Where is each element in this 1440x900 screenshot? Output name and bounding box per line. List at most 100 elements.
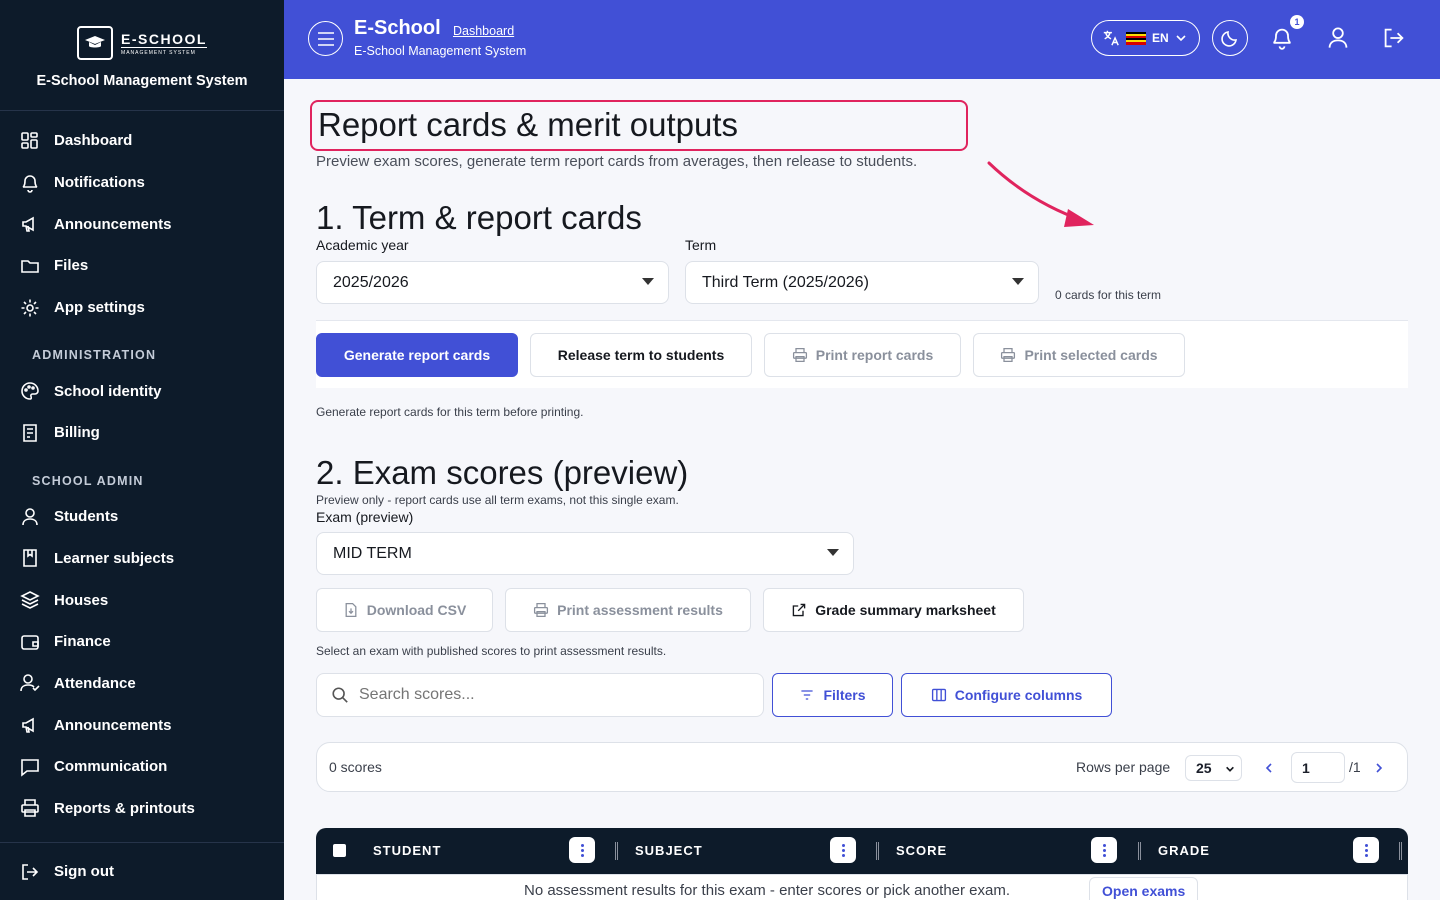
term-section-title: 1. Term & report cards bbox=[316, 199, 642, 236]
configure-columns-button[interactable]: Configure columns bbox=[901, 673, 1112, 717]
search-scores[interactable] bbox=[316, 673, 764, 717]
printer-icon bbox=[1001, 347, 1016, 363]
sidebar-item-attendance[interactable]: Attendance bbox=[0, 663, 284, 705]
external-link-icon bbox=[792, 603, 806, 617]
caret-down-icon bbox=[827, 549, 839, 556]
section-administration: ADMINISTRATION bbox=[32, 348, 157, 363]
breadcrumb-dashboard[interactable]: Dashboard bbox=[453, 24, 514, 38]
logo-brand: E-SCHOOL bbox=[121, 30, 207, 48]
logo[interactable]: E-SCHOOL MANAGEMENT SYSTEM bbox=[77, 26, 207, 60]
column-student[interactable]: STUDENT bbox=[373, 843, 441, 858]
exam-select[interactable]: MID TERM bbox=[316, 532, 854, 575]
prev-page-icon[interactable] bbox=[1264, 762, 1274, 774]
sidebar-item-finance[interactable]: Finance bbox=[0, 621, 284, 663]
print-selected-label: Print selected cards bbox=[1024, 347, 1158, 363]
grade-summary-label: Grade summary marksheet bbox=[815, 602, 996, 618]
column-menu-grade[interactable] bbox=[1353, 837, 1379, 863]
profile-button[interactable] bbox=[1324, 24, 1352, 52]
message-icon bbox=[21, 758, 39, 777]
print-results-label: Print assessment results bbox=[557, 602, 723, 618]
next-page-icon[interactable] bbox=[1374, 762, 1384, 774]
caret-down-icon bbox=[1012, 278, 1024, 285]
sidebar-item-communication[interactable]: Communication bbox=[0, 746, 284, 788]
column-resizer[interactable] bbox=[876, 842, 879, 860]
language-selector[interactable]: EN bbox=[1091, 20, 1200, 56]
term-select[interactable]: Third Term (2025/2026) bbox=[685, 261, 1039, 304]
menu-toggle-button[interactable] bbox=[308, 21, 343, 56]
cards-count: 0 cards for this term bbox=[1055, 288, 1162, 302]
print-selected-cards-button[interactable]: Print selected cards bbox=[973, 333, 1185, 377]
select-all-checkbox[interactable] bbox=[333, 844, 346, 857]
wallet-icon bbox=[21, 634, 39, 650]
sidebar-item-announcements[interactable]: Announcements bbox=[0, 203, 284, 245]
sidebar-item-label: Reports & printouts bbox=[54, 799, 195, 817]
layers-icon bbox=[20, 591, 40, 609]
section-school-admin: SCHOOL ADMIN bbox=[32, 473, 144, 488]
caret-down-icon bbox=[642, 278, 654, 285]
sidebar-item-files[interactable]: Files bbox=[0, 245, 284, 287]
page-total: /1 bbox=[1349, 759, 1361, 775]
sidebar-item-app-settings[interactable]: App settings bbox=[0, 287, 284, 329]
print-assessment-results-button[interactable]: Print assessment results bbox=[505, 588, 751, 632]
column-subject[interactable]: SUBJECT bbox=[635, 843, 703, 858]
sidebar-item-label: Files bbox=[54, 257, 89, 275]
printer-icon bbox=[534, 602, 549, 618]
column-grade[interactable]: GRADE bbox=[1158, 843, 1210, 858]
logout-button[interactable] bbox=[1380, 24, 1408, 52]
sidebar-item-label: Students bbox=[54, 508, 119, 526]
sidebar-item-school-identity[interactable]: School identity bbox=[0, 370, 284, 412]
open-exams-button[interactable]: Open exams bbox=[1089, 877, 1199, 900]
notifications-button[interactable] bbox=[1268, 24, 1296, 52]
sidebar-item-notifications[interactable]: Notifications bbox=[0, 162, 284, 204]
sidebar-item-billing[interactable]: Billing bbox=[0, 412, 284, 454]
chevron-down-icon bbox=[1176, 35, 1186, 42]
search-input[interactable] bbox=[359, 686, 739, 704]
sidebar-item-announcements-2[interactable]: Announcements bbox=[0, 704, 284, 746]
file-download-icon bbox=[345, 602, 357, 618]
download-csv-button[interactable]: Download CSV bbox=[316, 588, 493, 632]
bell-icon bbox=[1273, 28, 1291, 50]
scores-table-header: STUDENT SUBJECT SCORE GRADE bbox=[316, 828, 1408, 874]
sidebar: E-SCHOOL MANAGEMENT SYSTEM E-School Mana… bbox=[0, 0, 284, 900]
sidebar-item-label: School identity bbox=[54, 382, 162, 400]
sidebar-item-students[interactable]: Students bbox=[0, 496, 284, 538]
printer-icon bbox=[21, 799, 39, 818]
grade-summary-marksheet-button[interactable]: Grade summary marksheet bbox=[763, 588, 1024, 632]
theme-toggle-button[interactable] bbox=[1212, 20, 1248, 56]
user-icon bbox=[22, 507, 38, 525]
sidebar-item-learner-subjects[interactable]: Learner subjects bbox=[0, 538, 284, 580]
column-menu-score[interactable] bbox=[1091, 837, 1117, 863]
sign-out-icon bbox=[1384, 28, 1404, 48]
term-label: Term bbox=[685, 237, 717, 253]
column-menu-student[interactable] bbox=[569, 837, 595, 863]
exam-label: Exam (preview) bbox=[316, 509, 414, 525]
release-term-button[interactable]: Release term to students bbox=[530, 333, 752, 377]
generate-label: Generate report cards bbox=[343, 347, 491, 363]
generate-report-cards-button[interactable]: Generate report cards bbox=[316, 333, 518, 377]
print-report-cards-button[interactable]: Print report cards bbox=[764, 333, 961, 377]
column-score[interactable]: SCORE bbox=[896, 843, 947, 858]
page-number-input[interactable]: 1 bbox=[1291, 752, 1345, 783]
rows-per-page-select[interactable]: 25 bbox=[1185, 755, 1242, 781]
sign-out-label: Sign out bbox=[54, 863, 114, 880]
search-icon bbox=[332, 687, 348, 703]
sidebar-item-dashboard[interactable]: Dashboard bbox=[0, 120, 284, 162]
rows-per-page-label: Rows per page bbox=[1076, 759, 1171, 775]
sign-out-button[interactable]: Sign out bbox=[0, 842, 284, 900]
sidebar-item-reports[interactable]: Reports & printouts bbox=[0, 788, 284, 830]
sidebar-item-houses[interactable]: Houses bbox=[0, 579, 284, 621]
columns-icon bbox=[931, 688, 946, 702]
column-menu-subject[interactable] bbox=[830, 837, 856, 863]
academic-year-select[interactable]: 2025/2026 bbox=[316, 261, 669, 304]
sidebar-item-label: Communication bbox=[54, 758, 168, 776]
exam-value: MID TERM bbox=[333, 544, 412, 562]
filters-button[interactable]: Filters bbox=[772, 673, 893, 717]
column-resizer[interactable] bbox=[615, 842, 618, 860]
download-csv-label: Download CSV bbox=[366, 602, 467, 618]
sidebar-item-label: Houses bbox=[54, 591, 109, 609]
printer-icon bbox=[792, 347, 807, 363]
academic-year-value: 2025/2026 bbox=[333, 273, 409, 291]
notification-badge: 1 bbox=[1290, 15, 1304, 29]
column-resizer[interactable] bbox=[1399, 842, 1402, 860]
column-resizer[interactable] bbox=[1138, 842, 1141, 860]
